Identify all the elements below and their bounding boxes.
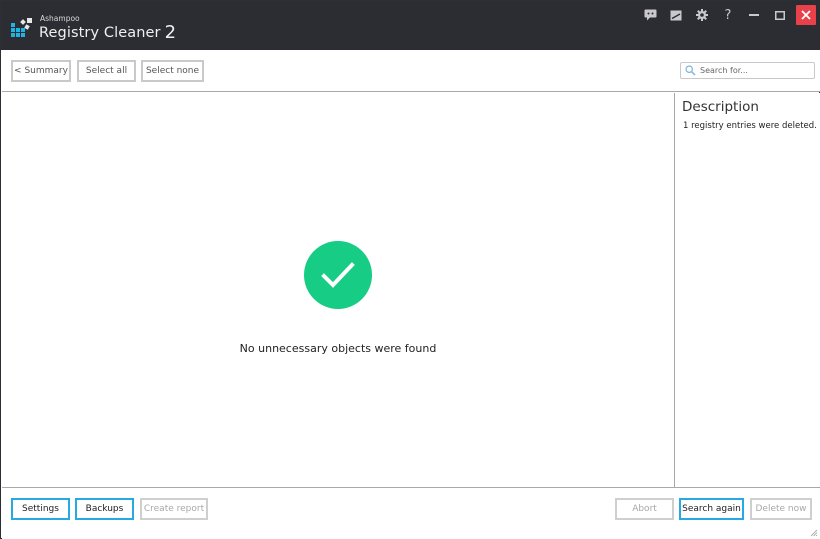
minimize-icon <box>749 14 759 16</box>
notes-button[interactable] <box>663 5 689 25</box>
search-input[interactable] <box>700 66 810 75</box>
check-circle-icon <box>304 241 372 309</box>
search-icon <box>685 65 696 76</box>
title-bar[interactable]: Ashampoo Registry Cleaner 2 ? <box>1 1 820 50</box>
app-version: 2 <box>164 22 177 43</box>
select-none-button[interactable]: Select none <box>141 60 204 82</box>
description-panel: Description 1 registry entries were dele… <box>674 93 820 487</box>
abort-button[interactable]: Abort <box>615 498 674 520</box>
description-text: 1 registry entries were deleted. <box>683 121 817 131</box>
close-icon <box>801 10 811 20</box>
close-button[interactable] <box>796 5 816 25</box>
delete-now-button[interactable]: Delete now <box>750 498 812 520</box>
titlebar-controls: ? <box>637 5 816 25</box>
create-report-button[interactable]: Create report <box>140 498 208 520</box>
checkmark-icon <box>321 262 355 288</box>
app-window: Ashampoo Registry Cleaner 2 ? < Summary … <box>0 0 820 539</box>
feedback-button[interactable] <box>637 5 663 25</box>
help-icon: ? <box>724 7 732 23</box>
app-title-text: Registry Cleaner <box>39 25 161 41</box>
backups-button[interactable]: Backups <box>75 498 134 520</box>
app-title: Registry Cleaner 2 <box>39 21 177 43</box>
gear-icon <box>696 9 708 21</box>
app-logo-icon <box>11 17 35 39</box>
resize-grip-icon[interactable] <box>810 529 818 537</box>
notes-icon <box>670 10 682 20</box>
select-all-button[interactable]: Select all <box>77 60 136 82</box>
help-button[interactable]: ? <box>715 5 741 25</box>
maximize-icon <box>775 10 785 20</box>
results-area: No unnecessary objects were found <box>2 93 674 487</box>
minimize-button[interactable] <box>741 5 767 25</box>
result-message: No unnecessary objects were found <box>239 342 437 355</box>
toolbar: < Summary Select all Select none <box>2 50 820 92</box>
description-title: Description <box>682 99 759 115</box>
feedback-icon <box>644 9 656 21</box>
settings-button[interactable]: Settings <box>11 498 70 520</box>
search-again-button[interactable]: Search again <box>679 498 744 520</box>
summary-button[interactable]: < Summary <box>11 60 71 82</box>
maximize-button[interactable] <box>767 5 793 25</box>
settings-gear-button[interactable] <box>689 5 715 25</box>
footer-bar: Settings Backups Create report Abort Sea… <box>2 487 820 539</box>
search-box[interactable] <box>680 62 815 79</box>
